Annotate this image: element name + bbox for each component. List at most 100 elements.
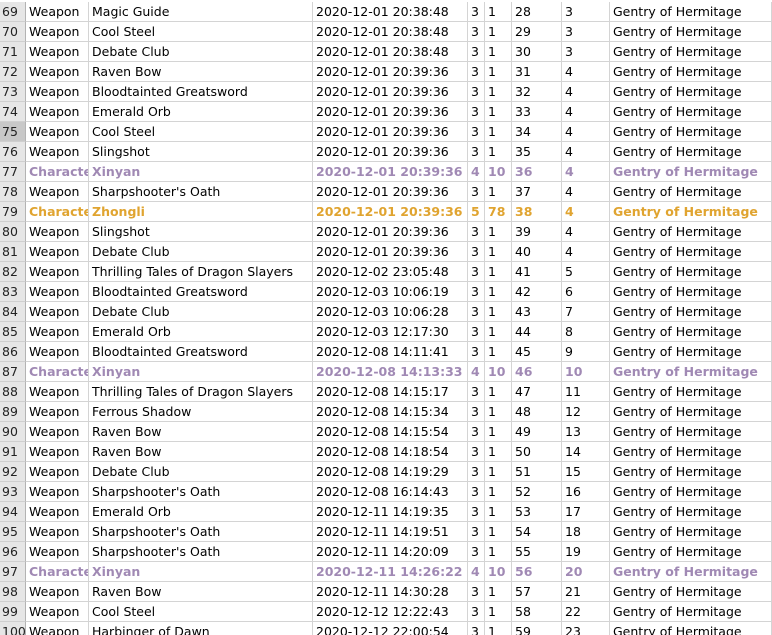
row-header[interactable]: 95 [0,522,26,542]
cell-total[interactable]: 28 [512,2,562,22]
cell-type[interactable]: Weapon [26,342,89,362]
cell-time[interactable]: 2020-12-11 14:19:51 [313,522,468,542]
cell-banner[interactable]: Gentry of Hermitage [610,42,772,62]
cell-time[interactable]: 2020-12-11 14:30:28 [313,582,468,602]
cell-time[interactable]: 2020-12-03 10:06:19 [313,282,468,302]
cell-time[interactable]: 2020-12-01 20:38:48 [313,2,468,22]
cell-total[interactable]: 29 [512,22,562,42]
row-header[interactable]: 72 [0,62,26,82]
cell-name[interactable]: Raven Bow [89,582,313,602]
cell-time[interactable]: 2020-12-01 20:38:48 [313,22,468,42]
cell-total[interactable]: 31 [512,62,562,82]
table-row[interactable]: 79CharacterZhongli2020-12-01 20:39:36578… [0,202,772,222]
cell-banner[interactable]: Gentry of Hermitage [610,562,772,582]
cell-time[interactable]: 2020-12-01 20:39:36 [313,142,468,162]
cell-time[interactable]: 2020-12-08 14:18:54 [313,442,468,462]
cell-type[interactable]: Weapon [26,122,89,142]
cell-type[interactable]: Weapon [26,42,89,62]
cell-time[interactable]: 2020-12-01 20:38:48 [313,42,468,62]
cell-banner[interactable]: Gentry of Hermitage [610,122,772,142]
cell-type[interactable]: Weapon [26,482,89,502]
cell-pity[interactable]: 16 [562,482,610,502]
table-row[interactable]: 90 Weapon Raven Bow 2020-12-08 14:15:54 3 1 49… [0,422,772,442]
cell-name[interactable]: Raven Bow [89,62,313,82]
cell-pity[interactable]: 18 [562,522,610,542]
cell-count[interactable]: 1 [485,262,512,282]
table-row[interactable]: 89 Weapon Ferrous Shadow 2020-12-08 14:15:3… [0,402,772,422]
cell-pity[interactable]: 11 [562,382,610,402]
cell-total[interactable]: 46 [512,362,562,382]
cell-pity[interactable]: 4 [562,82,610,102]
cell-banner[interactable]: Gentry of Hermitage [610,102,772,122]
cell-count[interactable]: 1 [485,382,512,402]
cell-rarity[interactable]: 3 [468,242,485,262]
cell-banner[interactable]: Gentry of Hermitage [610,22,772,42]
cell-banner[interactable]: Gentry of Hermitage [610,362,772,382]
cell-pity[interactable]: 3 [562,42,610,62]
cell-banner[interactable]: Gentry of Hermitage [610,582,772,602]
cell-time[interactable]: 2020-12-11 14:26:22 [313,562,468,582]
cell-name[interactable]: Debate Club [89,462,313,482]
cell-count[interactable]: 1 [485,282,512,302]
cell-time[interactable]: 2020-12-01 20:39:36 [313,202,468,222]
cell-pity[interactable]: 6 [562,282,610,302]
table-row[interactable]: 93 Weapon Sharpshooter's Oath 2020-12-08 16… [0,482,772,502]
cell-rarity[interactable]: 3 [468,182,485,202]
cell-time[interactable]: 2020-12-03 12:17:30 [313,322,468,342]
cell-banner[interactable]: Gentry of Hermitage [610,522,772,542]
cell-total[interactable]: 45 [512,342,562,362]
cell-name[interactable]: Raven Bow [89,422,313,442]
cell-count[interactable]: 1 [485,622,512,635]
cell-type[interactable]: Character [26,562,89,582]
cell-count[interactable]: 1 [485,242,512,262]
cell-count[interactable]: 1 [485,222,512,242]
table-row[interactable]: 74 Weapon Emerald Orb 2020-12-01 20:39:36 3 1… [0,102,772,122]
cell-count[interactable]: 1 [485,582,512,602]
cell-count[interactable]: 1 [485,322,512,342]
cell-rarity[interactable]: 3 [468,102,485,122]
cell-pity[interactable]: 12 [562,402,610,422]
cell-banner[interactable]: Gentry of Hermitage [610,82,772,102]
cell-pity[interactable]: 4 [562,202,610,222]
cell-banner[interactable]: Gentry of Hermitage [610,502,772,522]
cell-pity[interactable]: 3 [562,22,610,42]
row-header[interactable]: 82 [0,262,26,282]
cell-count[interactable]: 1 [485,82,512,102]
table-row[interactable]: 76 Weapon Slingshot 2020-12-01 20:39:36 3 1 35… [0,142,772,162]
cell-banner[interactable]: Gentry of Hermitage [610,142,772,162]
cell-time[interactable]: 2020-12-01 20:39:36 [313,122,468,142]
cell-type[interactable]: Weapon [26,262,89,282]
cell-count[interactable]: 1 [485,182,512,202]
row-header[interactable]: 97 [0,562,26,582]
cell-total[interactable]: 41 [512,262,562,282]
cell-time[interactable]: 2020-12-08 14:15:17 [313,382,468,402]
cell-rarity[interactable]: 3 [468,282,485,302]
cell-time[interactable]: 2020-12-01 20:39:36 [313,162,468,182]
row-header[interactable]: 79 [0,202,26,222]
cell-pity[interactable]: 21 [562,582,610,602]
cell-rarity[interactable]: 3 [468,522,485,542]
cell-count[interactable]: 1 [485,422,512,442]
cell-type[interactable]: Weapon [26,382,89,402]
table-row[interactable]: 80 Weapon Slingshot 2020-12-01 20:39:36 3 1 39… [0,222,772,242]
cell-total[interactable]: 35 [512,142,562,162]
cell-count[interactable]: 1 [485,602,512,622]
cell-name[interactable]: Thrilling Tales of Dragon Slayers [89,262,313,282]
cell-banner[interactable]: Gentry of Hermitage [610,402,772,422]
cell-pity[interactable]: 15 [562,462,610,482]
cell-count[interactable]: 1 [485,502,512,522]
table-row[interactable]: 88 Weapon Thrilling Tales of Dragon Slayer… [0,382,772,402]
cell-name[interactable]: Emerald Orb [89,102,313,122]
cell-type[interactable]: Weapon [26,502,89,522]
cell-name[interactable]: Xinyan [89,562,313,582]
cell-pity[interactable]: 17 [562,502,610,522]
cell-rarity[interactable]: 3 [468,222,485,242]
cell-type[interactable]: Weapon [26,582,89,602]
cell-type[interactable]: Weapon [26,462,89,482]
cell-pity[interactable]: 7 [562,302,610,322]
cell-name[interactable]: Bloodtainted Greatsword [89,282,313,302]
cell-time[interactable]: 2020-12-12 12:22:43 [313,602,468,622]
cell-pity[interactable]: 4 [562,62,610,82]
cell-rarity[interactable]: 3 [468,62,485,82]
cell-total[interactable]: 52 [512,482,562,502]
